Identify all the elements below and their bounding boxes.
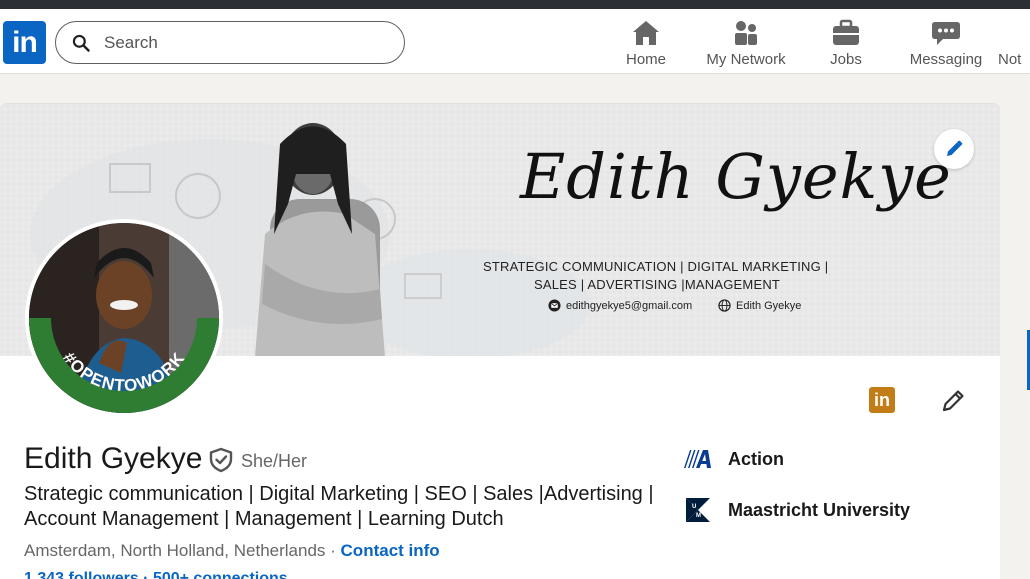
search-input[interactable]	[104, 28, 394, 58]
edit-intro-pencil-icon[interactable]	[940, 386, 968, 414]
banner-script-name: Edith Gyekye	[520, 140, 952, 213]
top-navigation-bar: in Home My Network Jobs	[0, 9, 1030, 74]
nav-my-network[interactable]: My Network	[700, 19, 792, 75]
nav-messaging[interactable]: Messaging	[905, 19, 987, 75]
profile-headline: Strategic communication | Digital Market…	[24, 483, 654, 530]
banner-tagline-line1: STRATEGIC COMMUNICATION | DIGITAL MARKET…	[483, 259, 829, 274]
profile-name: Edith Gyekye	[24, 442, 203, 475]
banner-email-text: edithgyekye5@gmail.com	[566, 299, 693, 312]
nav-notifications-label: Not	[998, 51, 1022, 68]
nav-jobs[interactable]: Jobs	[816, 19, 876, 75]
nav-messaging-label: Messaging	[909, 51, 983, 68]
profile-card: Edith Gyekye STRATEGIC COMMUNICATION | D…	[0, 104, 1000, 579]
nav-notifications[interactable]: Not	[998, 19, 1030, 75]
profile-pronouns: She/Her	[241, 451, 308, 471]
premium-badge[interactable]: in	[869, 387, 895, 413]
email-icon	[548, 299, 561, 312]
profile-connections[interactable]: 1,343 followers · 500+ connections	[24, 570, 288, 579]
nav-home-label: Home	[625, 51, 666, 68]
profile-photo[interactable]: #OPENTOWORK	[25, 219, 223, 417]
briefcase-icon	[833, 19, 859, 45]
nav-my-network-label: My Network	[706, 51, 786, 68]
linkedin-logo[interactable]: in	[3, 21, 46, 64]
education-school-name: Maastricht University	[728, 499, 911, 520]
banner-tagline-line2: SALES | ADVERTISING |MANAGEMENT	[534, 277, 781, 292]
verified-shield-icon[interactable]	[208, 447, 234, 473]
maastricht-university-logo-icon: U M	[686, 498, 710, 522]
pencil-icon	[947, 140, 963, 156]
svg-text:U: U	[692, 504, 696, 510]
profile-location-row: Amsterdam, North Holland, Netherlands · …	[24, 541, 440, 561]
open-to-work-frame: #OPENTOWORK	[29, 223, 219, 413]
current-company-name: Action	[728, 448, 784, 469]
profile-location: Amsterdam, North Holland, Netherlands	[24, 541, 326, 560]
right-sidebar-edge	[1000, 74, 1030, 579]
chat-icon	[932, 22, 960, 45]
banner-web-text: Edith Gyekye	[736, 299, 802, 312]
location-separator: ·	[325, 541, 341, 560]
svg-text:M: M	[696, 513, 701, 519]
contact-info-link[interactable]: Contact info	[341, 541, 440, 560]
network-icon	[735, 21, 757, 45]
nav-home[interactable]: Home	[616, 19, 676, 75]
banner-web: Edith Gyekye	[718, 299, 801, 312]
education-school[interactable]: U M Maastricht University	[682, 496, 910, 524]
home-icon	[633, 21, 659, 45]
edit-banner-button[interactable]	[934, 129, 974, 169]
current-company[interactable]: Action	[682, 448, 784, 470]
action-logo-icon	[684, 450, 711, 468]
browser-top-strip	[0, 0, 1030, 9]
globe-icon	[718, 299, 731, 312]
search-box[interactable]	[55, 21, 405, 64]
nav-jobs-label: Jobs	[830, 51, 862, 68]
profile-photo-image: #OPENTOWORK	[29, 223, 219, 413]
search-icon	[72, 34, 90, 52]
banner-email: edithgyekye5@gmail.com	[548, 299, 692, 312]
